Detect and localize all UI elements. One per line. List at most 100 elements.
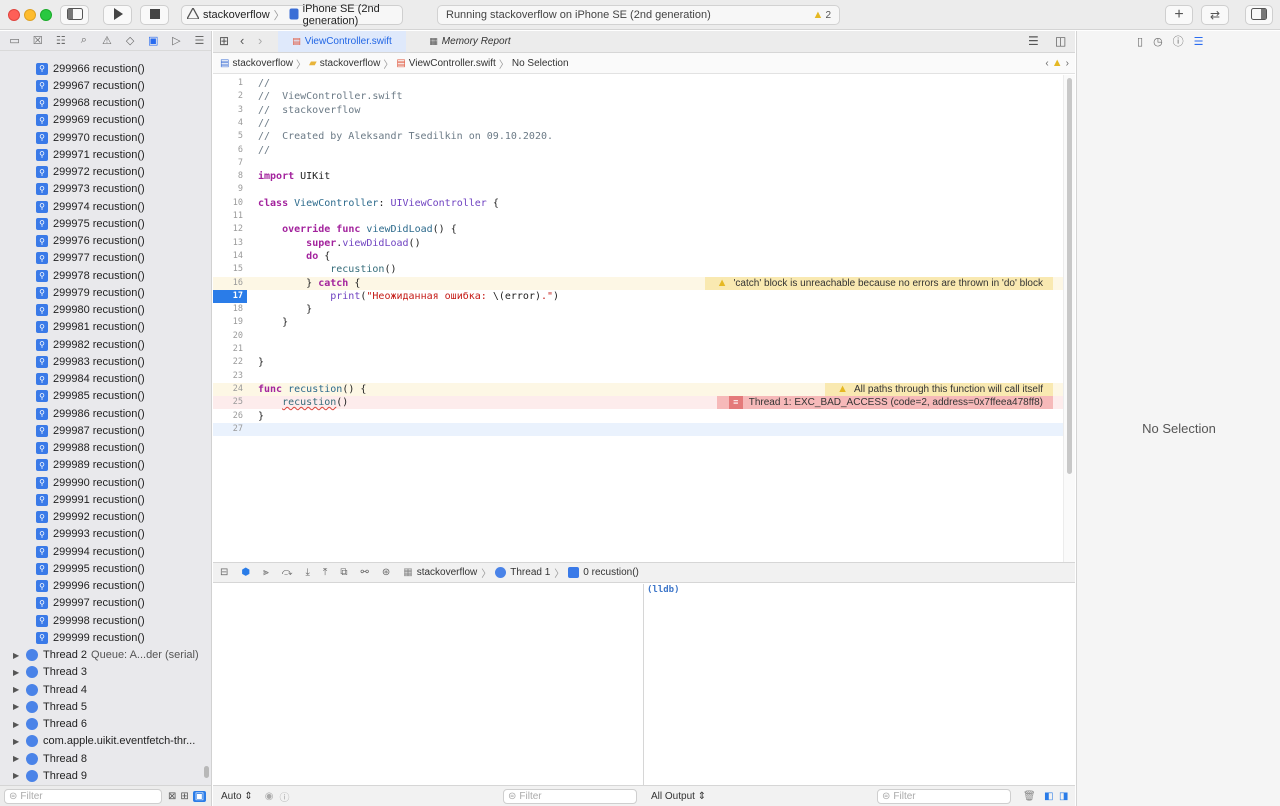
forward-arrow-icon[interactable]: › bbox=[258, 33, 262, 48]
issue-icon[interactable]: ⚠ bbox=[95, 34, 118, 47]
thread-row[interactable]: ▶ Thread 4 bbox=[0, 681, 211, 698]
crumb-app[interactable]: stackoverflow bbox=[417, 567, 478, 578]
variables-scope-select[interactable]: Auto ⇕ bbox=[221, 791, 253, 802]
console-view[interactable]: (lldb) bbox=[643, 584, 1075, 785]
navigator-filter-input[interactable]: ⊜ Filter bbox=[4, 788, 162, 804]
crumb-frame[interactable]: 0 recustion() bbox=[583, 567, 639, 578]
stack-frame[interactable]: ⚲ 299972 recustion() bbox=[0, 164, 211, 181]
code-line[interactable]: 16 } catch {▲ 'catch' block is unreachabl… bbox=[213, 276, 1063, 290]
previous-issue-icon[interactable]: ‹ bbox=[1045, 58, 1048, 69]
line-number[interactable]: 18 bbox=[213, 303, 243, 316]
source-control-icon[interactable]: ☒ bbox=[26, 34, 49, 47]
jump-group[interactable]: stackoverflow bbox=[320, 58, 381, 69]
stack-frame[interactable]: ⚲ 299968 recustion() bbox=[0, 95, 211, 112]
stack-frame[interactable]: ⚲ 299995 recustion() bbox=[0, 560, 211, 577]
stack-frame[interactable]: ⚲ 299976 recustion() bbox=[0, 233, 211, 250]
step-out-icon[interactable]: ⤒ bbox=[323, 567, 327, 578]
console-output-select[interactable]: All Output ⇕ bbox=[651, 791, 706, 802]
run-button[interactable] bbox=[103, 5, 132, 25]
line-number[interactable]: 10 bbox=[213, 197, 243, 210]
thread-row[interactable]: ▶ Thread 2 Queue: A...der (serial) bbox=[0, 647, 211, 664]
thread-row[interactable]: ▶ Thread 9 bbox=[0, 767, 211, 784]
close-window-button[interactable] bbox=[8, 9, 20, 21]
minimize-window-button[interactable] bbox=[24, 9, 36, 21]
line-number[interactable]: 14 bbox=[213, 250, 243, 263]
stack-frame[interactable]: ⚲ 299982 recustion() bbox=[0, 336, 211, 353]
jump-project[interactable]: stackoverflow bbox=[232, 58, 293, 69]
stack-frame[interactable]: ⚲ 299986 recustion() bbox=[0, 405, 211, 422]
stack-frame[interactable]: ⚲ 299989 recustion() bbox=[0, 457, 211, 474]
variables-view[interactable] bbox=[213, 584, 642, 785]
warning-count-badge[interactable]: ▲ 2 bbox=[813, 9, 831, 21]
step-over-icon[interactable]: ⤼ bbox=[282, 567, 293, 578]
line-number[interactable]: 19 bbox=[213, 316, 243, 329]
right-pane-icon[interactable]: ◨ bbox=[1059, 791, 1068, 802]
warning-annotation[interactable]: ▲ All paths through this function will ca… bbox=[825, 382, 1053, 397]
source-editor[interactable]: 1 // 2 // ViewController.swift 3 // stackover… bbox=[213, 75, 1063, 562]
tab-memory-report[interactable]: ▦ Memory Report bbox=[406, 31, 534, 52]
left-pane-icon[interactable]: ◧ bbox=[1044, 791, 1053, 802]
stack-frame[interactable]: ⚲ 299977 recustion() bbox=[0, 250, 211, 267]
editor-scrollbar[interactable] bbox=[1063, 75, 1075, 562]
line-number[interactable]: 25 bbox=[213, 396, 243, 409]
stack-frame[interactable]: ⚲ 299985 recustion() bbox=[0, 388, 211, 405]
editor-options-icon[interactable]: ☰ bbox=[1028, 34, 1039, 48]
hide-debug-area-icon[interactable]: ⊟ bbox=[220, 567, 228, 578]
stack-frame[interactable]: ⚲ 299997 recustion() bbox=[0, 595, 211, 612]
thread-row[interactable]: ▶ Thread 6 bbox=[0, 716, 211, 733]
line-number[interactable]: 1 bbox=[213, 77, 243, 90]
continue-icon[interactable]: ⫸ bbox=[263, 567, 269, 578]
breakpoint-icon[interactable]: ▷ bbox=[165, 34, 188, 47]
jump-file[interactable]: ViewController.swift bbox=[409, 58, 496, 69]
thread-row[interactable]: ▶ Thread 3 bbox=[0, 664, 211, 681]
attributes-icon[interactable]: ☰ bbox=[1194, 35, 1204, 48]
stack-frame[interactable]: ⚲ 299996 recustion() bbox=[0, 578, 211, 595]
line-number[interactable]: 20 bbox=[213, 330, 243, 343]
code-line[interactable]: 26} bbox=[213, 410, 1063, 423]
back-arrow-icon[interactable]: ‹ bbox=[240, 33, 244, 48]
stack-frame[interactable]: ⚲ 299992 recustion() bbox=[0, 509, 211, 526]
code-line[interactable]: 18 } bbox=[213, 303, 1063, 316]
file-inspector-icon[interactable]: ▯ bbox=[1137, 35, 1143, 48]
code-line[interactable]: 14 do { bbox=[213, 250, 1063, 263]
code-line[interactable]: 17 print("Неожиданная ошибка: \(error)."… bbox=[213, 289, 1063, 304]
stack-frame[interactable]: ⚲ 299987 recustion() bbox=[0, 422, 211, 439]
report-icon[interactable]: ☰ bbox=[188, 34, 211, 47]
stack-frame[interactable]: ⚲ 299993 recustion() bbox=[0, 526, 211, 543]
line-number[interactable]: 22 bbox=[213, 356, 243, 369]
tab-viewcontroller-swift[interactable]: ▤ ViewController.swift bbox=[278, 31, 406, 52]
toggle-navigator-button[interactable] bbox=[60, 5, 89, 25]
stack-frame[interactable]: ⚲ 299971 recustion() bbox=[0, 146, 211, 163]
code-line[interactable]: 13 super.viewDidLoad() bbox=[213, 237, 1063, 250]
line-number[interactable]: 7 bbox=[213, 157, 243, 170]
line-number[interactable]: 24 bbox=[213, 383, 243, 396]
line-number[interactable]: 5 bbox=[213, 130, 243, 143]
code-line[interactable]: 8 import UIKit bbox=[213, 170, 1063, 183]
disclosure-triangle-icon[interactable]: ▶ bbox=[13, 720, 26, 729]
help-icon[interactable]: ⓘ bbox=[1173, 33, 1184, 49]
stack-frame[interactable]: ⚲ 299974 recustion() bbox=[0, 198, 211, 215]
code-line[interactable]: 6 // bbox=[213, 144, 1063, 157]
code-line[interactable]: 2 // ViewController.swift bbox=[213, 90, 1063, 103]
line-number[interactable]: 27 bbox=[213, 423, 243, 436]
code-line[interactable]: 10 class ViewController: UIViewController… bbox=[213, 197, 1063, 210]
stack-frame[interactable]: ⚲ 299983 recustion() bbox=[0, 353, 211, 370]
disclosure-triangle-icon[interactable]: ▶ bbox=[13, 685, 26, 694]
warning-icon[interactable]: ▲ bbox=[1052, 57, 1063, 69]
line-number[interactable]: 6 bbox=[213, 144, 243, 157]
stack-frame[interactable]: ⚲ 299998 recustion() bbox=[0, 612, 211, 629]
code-line[interactable]: 23 bbox=[213, 370, 1063, 383]
trash-icon[interactable]: 🗑 bbox=[1023, 791, 1036, 802]
jump-symbol[interactable]: No Selection bbox=[512, 58, 569, 69]
stack-frame[interactable]: ⚲ 299999 recustion() bbox=[0, 629, 211, 646]
breakpoint-marker[interactable]: 17 bbox=[213, 289, 247, 304]
line-number[interactable]: 16 bbox=[213, 277, 243, 290]
split-editor-icon[interactable]: ◫ bbox=[1055, 34, 1066, 48]
stack-frame[interactable]: ⚲ 299975 recustion() bbox=[0, 215, 211, 232]
line-number[interactable]: 3 bbox=[213, 104, 243, 117]
view-hierarchy-icon[interactable]: ⧉ bbox=[340, 567, 347, 578]
breakpoints-toggle-icon[interactable]: ⬢ bbox=[241, 567, 250, 578]
stack-frame[interactable]: ⚲ 299984 recustion() bbox=[0, 371, 211, 388]
zoom-window-button[interactable] bbox=[40, 9, 52, 21]
stop-button[interactable] bbox=[140, 5, 169, 25]
